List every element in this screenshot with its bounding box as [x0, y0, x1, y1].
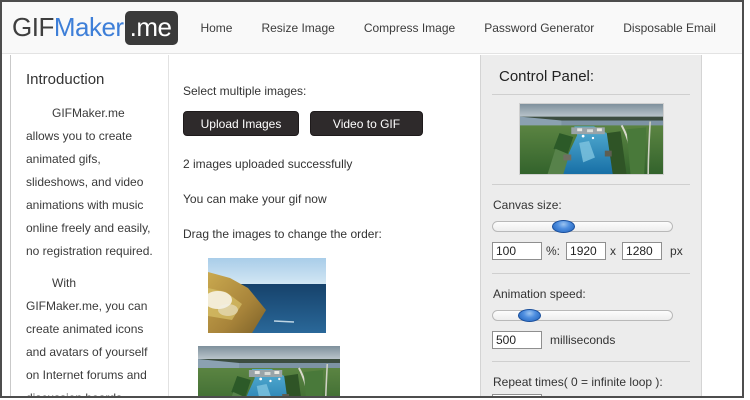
times-x-label: x	[610, 244, 616, 258]
control-panel-title: Control Panel:	[499, 68, 690, 85]
logo-part-gif: GIF	[12, 12, 54, 42]
logo-part-maker: Maker	[54, 12, 124, 42]
repeat-times-label: Repeat times( 0 = infinite loop ):	[493, 375, 690, 389]
divider	[492, 184, 690, 185]
canvas-size-slider[interactable]	[492, 221, 673, 232]
logo-part-me: .me	[125, 11, 179, 45]
animation-speed-slider-handle[interactable]	[518, 309, 541, 322]
nav-compress-image[interactable]: Compress Image	[364, 21, 455, 35]
canvas-size-slider-handle[interactable]	[552, 220, 575, 233]
gif-preview-image	[519, 103, 664, 175]
speed-milliseconds-input[interactable]	[492, 331, 542, 349]
nav-resize-image[interactable]: Resize Image	[261, 21, 334, 35]
divider	[492, 273, 690, 274]
site-logo[interactable]: GIFMaker.me	[12, 12, 178, 43]
divider	[492, 94, 690, 95]
percent-label: %:	[546, 244, 560, 258]
upload-area: Select multiple images: Upload Images Vi…	[168, 55, 480, 398]
nav-password-generator[interactable]: Password Generator	[484, 21, 594, 35]
canvas-height-input[interactable]	[622, 242, 662, 260]
site-header: GIFMaker.me Home Resize Image Compress I…	[2, 2, 742, 54]
canvas-size-inputs: %: x px	[492, 242, 690, 260]
nav-disposable-email[interactable]: Disposable Email	[623, 21, 716, 35]
sidebar-paragraph: GIFMaker.me allows you to create animate…	[26, 102, 155, 263]
nav-home[interactable]: Home	[200, 21, 232, 35]
divider	[492, 361, 690, 362]
introduction-sidebar: Introduction GIFMaker.me allows you to c…	[10, 55, 168, 398]
ready-status-text: You can make your gif now	[183, 192, 480, 206]
upload-images-button[interactable]: Upload Images	[183, 111, 299, 136]
canvas-size-label: Canvas size:	[493, 198, 690, 212]
select-images-label: Select multiple images:	[183, 84, 480, 98]
thumbnail-aerial-river[interactable]	[198, 346, 340, 398]
video-to-gif-button[interactable]: Video to GIF	[310, 111, 423, 136]
sidebar-title: Introduction	[26, 71, 155, 88]
milliseconds-label: milliseconds	[550, 333, 615, 347]
canvas-width-input[interactable]	[566, 242, 606, 260]
repeat-times-input[interactable]	[492, 394, 542, 398]
thumbnail-coastal-cliff[interactable]	[208, 258, 326, 333]
drag-order-label: Drag the images to change the order:	[183, 227, 480, 241]
times-label: times	[550, 396, 579, 398]
upload-status-text: 2 images uploaded successfully	[183, 157, 480, 171]
px-label: px	[670, 244, 683, 258]
browser-window: GIFMaker.me Home Resize Image Compress I…	[0, 0, 744, 398]
animation-speed-label: Animation speed:	[493, 287, 690, 301]
main-nav: Home Resize Image Compress Image Passwor…	[200, 21, 744, 35]
control-panel: Control Panel: Ca	[480, 55, 702, 398]
animation-speed-inputs: milliseconds	[492, 331, 690, 349]
repeat-times-inputs: times	[492, 394, 690, 398]
sidebar-paragraph: With GIFMaker.me, you can create animate…	[26, 272, 155, 398]
animation-speed-slider[interactable]	[492, 310, 673, 321]
canvas-percent-input[interactable]	[492, 242, 542, 260]
upload-buttons-row: Upload Images Video to GIF	[183, 111, 480, 136]
